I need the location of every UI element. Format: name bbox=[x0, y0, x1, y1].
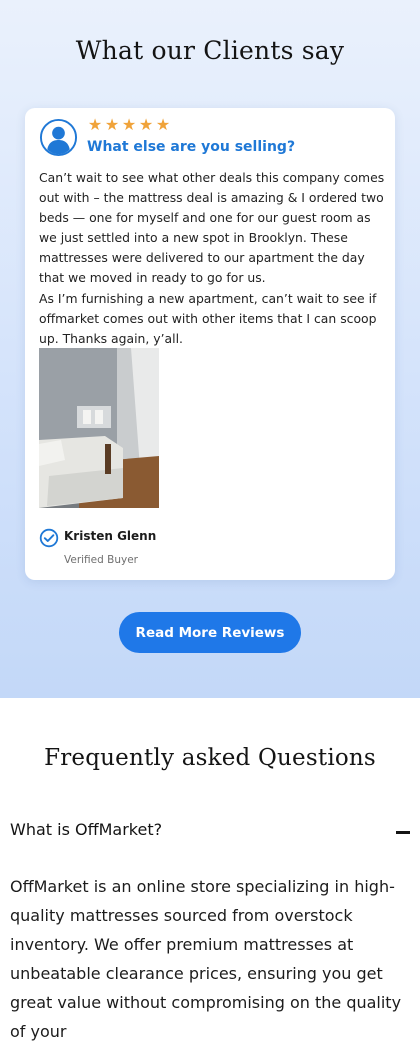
star-icon: ★ bbox=[155, 115, 171, 134]
star-icon: ★ bbox=[87, 115, 103, 134]
faq-heading: Frequently asked Questions bbox=[44, 745, 376, 771]
star-icon: ★ bbox=[121, 115, 137, 134]
review-title: What else are you selling? bbox=[87, 139, 296, 155]
review-photo bbox=[39, 348, 159, 508]
verified-buyer-label: Verified Buyer bbox=[64, 554, 138, 566]
review-paragraph: As I’m furnishing a new apartment, can’t… bbox=[39, 290, 377, 346]
reviewer-name: Kristen Glenn bbox=[64, 529, 157, 543]
testimonials-heading: What our Clients say bbox=[75, 36, 345, 65]
review-paragraph: Can’t wait to see what other deals this … bbox=[39, 170, 385, 286]
faq-answer: OffMarket is an online store specializin… bbox=[10, 877, 402, 1041]
review-body: Can’t wait to see what other deals this … bbox=[39, 168, 385, 349]
user-avatar-icon bbox=[39, 118, 78, 157]
review-card: ★ ★ ★ ★ ★ What else are you selling? Can… bbox=[25, 108, 395, 580]
star-rating: ★ ★ ★ ★ ★ bbox=[87, 116, 171, 134]
star-icon: ★ bbox=[104, 115, 120, 134]
read-more-reviews-button[interactable]: Read More Reviews bbox=[119, 612, 301, 653]
star-icon: ★ bbox=[138, 115, 154, 134]
verified-check-icon bbox=[39, 528, 59, 548]
testimonials-section: What our Clients say ★ ★ ★ ★ ★ What else… bbox=[0, 0, 420, 698]
faq-question[interactable]: What is OffMarket? bbox=[10, 820, 162, 839]
minus-icon bbox=[396, 831, 410, 834]
